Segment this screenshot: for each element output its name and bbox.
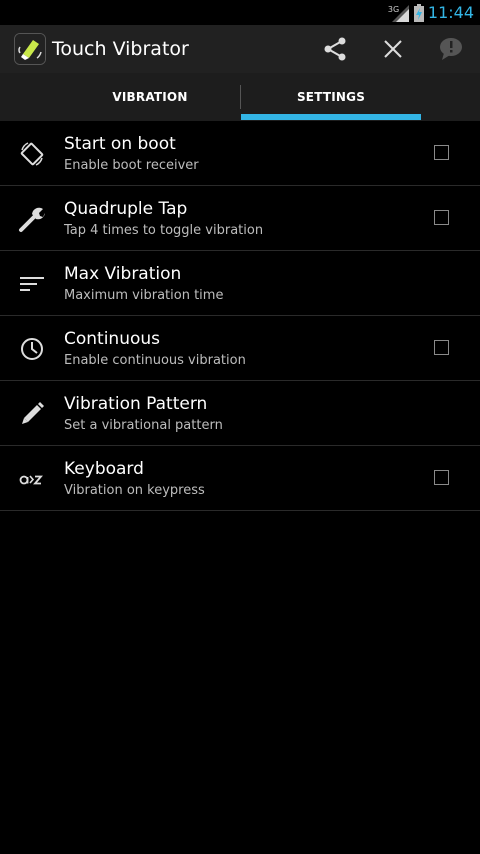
keyboard-az-icon xyxy=(17,464,47,494)
pencil-icon xyxy=(17,399,47,429)
chat-bubble-icon xyxy=(440,38,462,60)
setting-subtitle: Tap 4 times to toggle vibration xyxy=(64,223,264,238)
clock-icon xyxy=(17,334,47,364)
setting-subtitle: Set a vibrational pattern xyxy=(64,418,223,433)
status-bar: 3G 11:44 xyxy=(0,0,480,25)
setting-subtitle: Vibration on keypress xyxy=(64,483,205,498)
setting-subtitle: Enable continuous vibration xyxy=(64,353,246,368)
share-button[interactable] xyxy=(306,25,364,73)
tab-selected-indicator xyxy=(241,114,421,120)
close-button[interactable] xyxy=(364,25,422,73)
share-icon xyxy=(324,37,346,61)
continuous-checkbox[interactable] xyxy=(434,340,449,355)
clock-time: 11:44 xyxy=(427,3,474,22)
battery-icon xyxy=(413,3,424,22)
app-icon[interactable] xyxy=(14,33,46,65)
setting-quadruple-tap[interactable]: Quadruple Tap Tap 4 times to toggle vibr… xyxy=(0,186,480,251)
setting-title: Quadruple Tap xyxy=(64,199,188,219)
setting-title: Max Vibration xyxy=(64,264,182,284)
setting-vibration-pattern[interactable]: Vibration Pattern Set a vibrational patt… xyxy=(0,381,480,446)
network-type: 3G xyxy=(387,4,400,14)
tab-vibration[interactable]: VIBRATION xyxy=(60,73,240,121)
setting-max-vibration[interactable]: Max Vibration Maximum vibration time xyxy=(0,251,480,316)
action-bar: Touch Vibrator xyxy=(0,25,480,73)
setting-keyboard[interactable]: Keyboard Vibration on keypress xyxy=(0,446,480,511)
setting-subtitle: Maximum vibration time xyxy=(64,288,224,303)
setting-continuous[interactable]: Continuous Enable continuous vibration xyxy=(0,316,480,381)
quadruple-tap-checkbox[interactable] xyxy=(434,210,449,225)
app-title: Touch Vibrator xyxy=(52,38,189,60)
screen-rotation-icon xyxy=(17,139,47,169)
status-icons: 3G 11:44 xyxy=(387,0,474,25)
settings-list: Start on boot Enable boot receiver Quadr… xyxy=(0,121,480,511)
wrench-icon xyxy=(17,204,47,234)
feedback-button[interactable] xyxy=(422,25,480,73)
setting-start-on-boot[interactable]: Start on boot Enable boot receiver xyxy=(0,121,480,186)
setting-title: Continuous xyxy=(64,329,161,349)
setting-subtitle: Enable boot receiver xyxy=(64,158,199,173)
setting-title: Start on boot xyxy=(64,134,176,154)
keyboard-checkbox[interactable] xyxy=(434,470,449,485)
close-icon xyxy=(384,40,402,58)
setting-title: Vibration Pattern xyxy=(64,394,208,414)
start-on-boot-checkbox[interactable] xyxy=(434,145,449,160)
setting-title: Keyboard xyxy=(64,459,144,479)
sort-lines-icon xyxy=(17,269,47,299)
signal-icon: 3G xyxy=(387,3,410,23)
